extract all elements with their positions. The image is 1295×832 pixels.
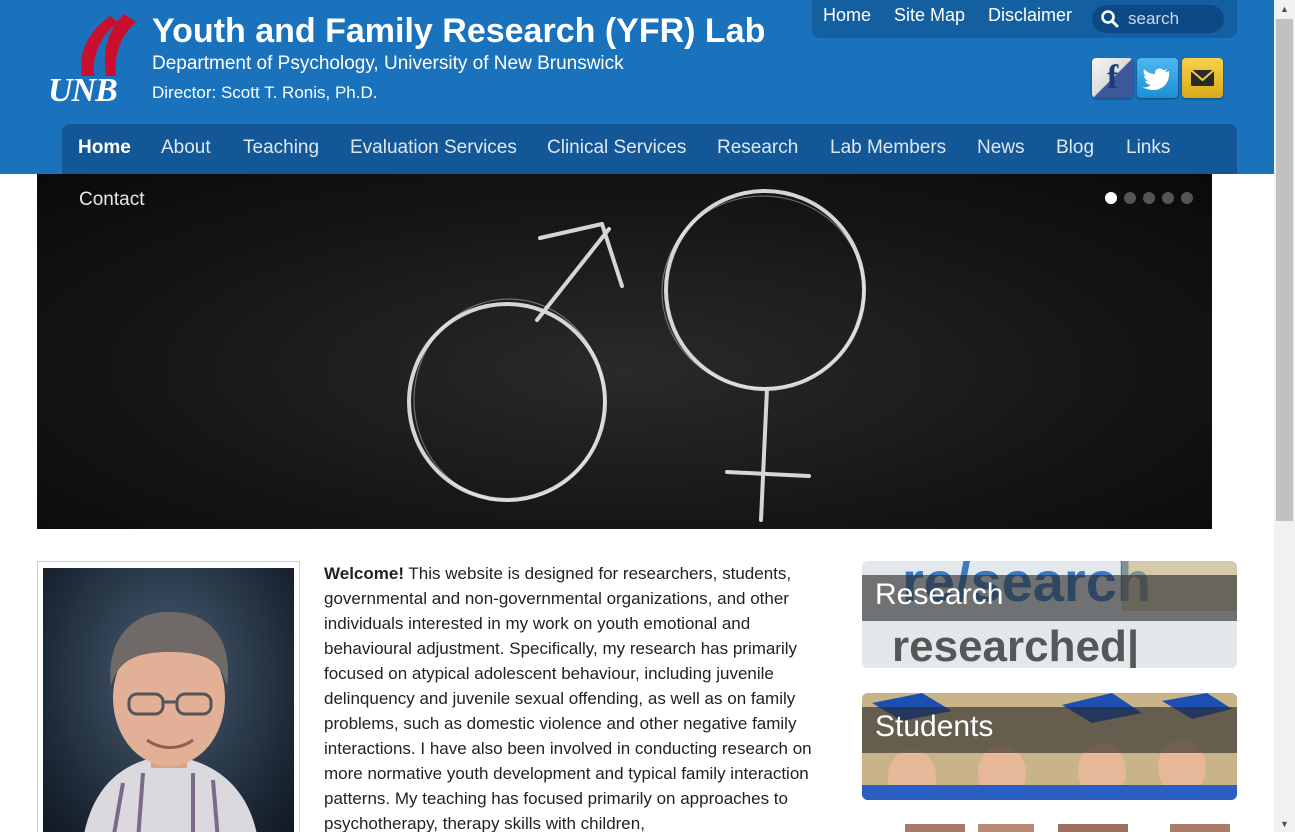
nav-clinical-services[interactable]: Clinical Services [547, 137, 686, 159]
welcome-text: Welcome! This website is designed for re… [324, 561, 819, 832]
scroll-up-icon[interactable]: ▲ [1274, 0, 1295, 17]
students-tile[interactable]: Students [862, 693, 1237, 800]
nav-research[interactable]: Research [717, 137, 798, 159]
nav-about[interactable]: About [161, 137, 211, 159]
slider-dot[interactable] [1162, 192, 1174, 204]
partial-tile-image[interactable] [900, 822, 1237, 832]
email-button[interactable] [1182, 58, 1223, 98]
slider-dot[interactable] [1105, 192, 1117, 204]
nav-evaluation-services[interactable]: Evaluation Services [350, 137, 517, 159]
twitter-icon [1142, 68, 1170, 91]
slider-dot[interactable] [1181, 192, 1193, 204]
search-input[interactable] [1128, 7, 1218, 31]
profile-photo-frame [37, 561, 300, 832]
utility-link-site-map[interactable]: Site Map [894, 5, 965, 26]
partial-tile-image-graphic [905, 824, 1230, 832]
nav-blog[interactable]: Blog [1056, 137, 1094, 159]
svg-text:researched|: researched| [892, 622, 1139, 668]
nav-contact[interactable]: Contact [79, 189, 144, 211]
research-tile-label: Research [875, 578, 1004, 611]
facebook-icon: f [1106, 59, 1119, 96]
nav-teaching[interactable]: Teaching [243, 137, 319, 159]
director-line: Director: Scott T. Ronis, Ph.D. [152, 83, 378, 102]
scroll-down-icon[interactable]: ▼ [1274, 815, 1295, 832]
students-tile-label: Students [875, 710, 994, 743]
utility-link-home[interactable]: Home [823, 5, 871, 26]
search-box [1092, 5, 1224, 33]
slider-dot[interactable] [1143, 192, 1155, 204]
utility-link-disclaimer[interactable]: Disclaimer [988, 5, 1072, 26]
gender-symbols-image [407, 189, 866, 522]
portrait-illustration [84, 611, 257, 832]
nav-lab-members[interactable]: Lab Members [830, 137, 946, 159]
site-title[interactable]: Youth and Family Research (YFR) Lab [152, 12, 765, 51]
welcome-lead: Welcome! [324, 564, 404, 583]
nav-home[interactable]: Home [78, 137, 131, 159]
profile-photo [43, 568, 294, 832]
search-icon[interactable] [1100, 9, 1120, 29]
hero-slider[interactable] [37, 174, 1212, 529]
main-nav: Home About Teaching Evaluation Services … [62, 124, 1237, 174]
research-tile[interactable]: re/search researched| Research [862, 561, 1237, 668]
scroll-thumb[interactable] [1276, 19, 1293, 521]
welcome-body: This website is designed for researchers… [324, 564, 812, 832]
logo-text[interactable]: UNB [48, 72, 118, 110]
slider-dot[interactable] [1124, 192, 1136, 204]
nav-links[interactable]: Links [1126, 137, 1170, 159]
site-subtitle: Department of Psychology, University of … [152, 53, 624, 74]
page-scrollbar[interactable]: ▲ ▼ [1274, 0, 1295, 832]
nav-news[interactable]: News [977, 137, 1025, 159]
facebook-button[interactable]: f [1092, 58, 1133, 98]
mail-icon [1190, 69, 1215, 86]
twitter-button[interactable] [1137, 58, 1178, 98]
